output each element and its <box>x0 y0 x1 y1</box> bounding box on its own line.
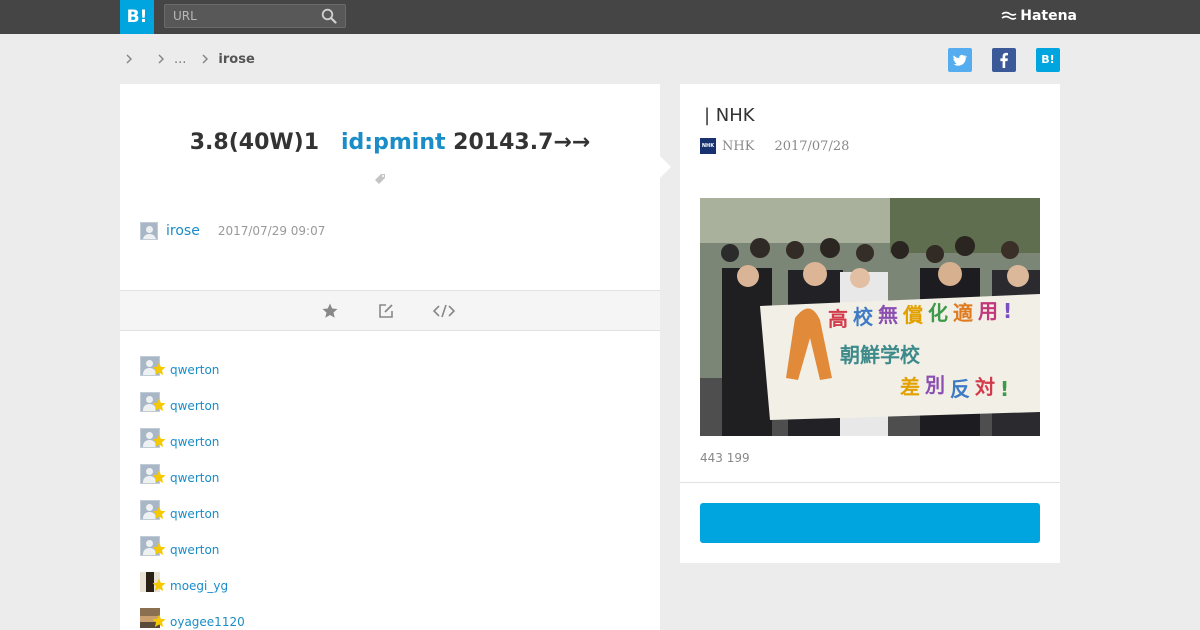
search-box <box>164 4 346 28</box>
banner-character: 高 <box>828 307 848 331</box>
star-icon <box>152 506 166 519</box>
site-favicon: NHK <box>700 138 716 154</box>
entry-title-link[interactable]: | NHK <box>704 105 755 126</box>
action-bar <box>120 290 660 331</box>
breadcrumb-current: irose <box>218 51 255 67</box>
star-list: qwerton qwerton qwerton qwerton qwerton … <box>140 350 640 630</box>
star-icon <box>152 614 166 627</box>
banner-character: ! <box>1000 377 1009 401</box>
comment-timestamp[interactable]: 2017/07/29 09:07 <box>218 224 326 238</box>
breadcrumb-item[interactable]: ... <box>174 52 186 67</box>
banner-character: 無 <box>878 303 898 327</box>
star-user-link[interactable]: oyagee1120 <box>170 615 245 629</box>
chevron-right-icon <box>202 54 209 64</box>
hatena-bookmark-logo[interactable]: B! <box>120 0 154 34</box>
star-icon <box>152 470 166 483</box>
entry-meta: NHK NHK 2017/07/28 <box>700 138 849 154</box>
comment-user-link[interactable]: irose <box>166 223 200 239</box>
list-item: qwerton <box>140 494 640 530</box>
banner-character: 償 <box>902 303 924 327</box>
banner-character: 適 <box>953 301 973 325</box>
comment-text-part: 20143.7→→ <box>453 130 591 155</box>
banner-character: 化 <box>928 301 948 325</box>
list-item: oyagee1120 <box>140 602 640 630</box>
star-user-link[interactable]: qwerton <box>170 507 219 521</box>
edit-icon[interactable] <box>377 302 395 320</box>
star-user-link[interactable]: qwerton <box>170 543 219 557</box>
search-icon[interactable] <box>321 8 337 24</box>
entry-stats: 443 199 <box>700 451 750 465</box>
tag-icon <box>375 174 385 184</box>
twitter-share-button[interactable] <box>948 48 972 72</box>
code-icon[interactable] <box>432 302 456 320</box>
entry-photo: 高 校 無 償 化 適 用 ! 朝鮮学校 差 別 反 対 ! <box>700 198 1040 436</box>
star-icon <box>152 398 166 411</box>
chevron-right-icon <box>126 54 133 64</box>
star-user-link[interactable]: moegi_yg <box>170 579 228 593</box>
entry-card: | NHK NHK NHK 2017/07/28 高 校 無 償 化 適 用 !… <box>680 84 1060 563</box>
star-icon <box>152 362 166 375</box>
facebook-share-button[interactable] <box>992 48 1016 72</box>
card-pointer <box>660 156 671 178</box>
star-user-link[interactable]: qwerton <box>170 471 219 485</box>
hatena-brand-link[interactable]: Hatena <box>1001 8 1077 24</box>
top-bar: B! Hatena <box>0 0 1200 34</box>
hatena-bookmark-share-button[interactable]: B! <box>1036 48 1060 72</box>
list-item: qwerton <box>140 350 640 386</box>
comment-meta: irose 2017/07/29 09:07 <box>140 222 325 240</box>
list-item: qwerton <box>140 386 640 422</box>
banner-character: 差 <box>900 375 920 399</box>
entry-thumbnail[interactable]: 高 校 無 償 化 適 用 ! 朝鮮学校 差 別 反 対 ! <box>700 198 1040 436</box>
breadcrumb: ... irose <box>122 50 255 68</box>
star-user-link[interactable]: qwerton <box>170 435 219 449</box>
search-input[interactable] <box>165 5 315 27</box>
avatar[interactable] <box>140 222 158 240</box>
twitter-icon <box>953 54 968 66</box>
banner-character: ! <box>1003 299 1012 323</box>
entry-date: 2017/07/28 <box>774 138 850 154</box>
entry-site-link[interactable]: NHK <box>722 139 754 154</box>
bookmark-button[interactable] <box>700 503 1040 543</box>
list-item: qwerton <box>140 530 640 566</box>
list-item: qwerton <box>140 458 640 494</box>
banner-character: 用 <box>978 299 998 323</box>
banner-character: 反 <box>950 377 970 401</box>
star-icon <box>152 578 166 591</box>
comment-text-part: 3.8(40W)1 <box>189 130 320 155</box>
star-user-link[interactable]: qwerton <box>170 399 219 413</box>
star-icon[interactable] <box>321 302 339 320</box>
comment-card: 3.8(40W)1 id:pmint 20143.7→→ irose 2017/0… <box>120 84 660 630</box>
user-mention-link[interactable]: id:pmint <box>341 130 445 155</box>
brand-name: Hatena <box>1020 8 1077 24</box>
banner-text: 朝鮮学校 <box>840 343 921 367</box>
star-icon <box>152 542 166 555</box>
chevron-right-icon <box>158 54 165 64</box>
banner-character: 別 <box>925 373 945 397</box>
list-item: moegi_yg <box>140 566 640 602</box>
banner-character: 校 <box>853 305 874 329</box>
list-item: qwerton <box>140 422 640 458</box>
star-icon <box>152 434 166 447</box>
facebook-icon <box>1000 52 1008 68</box>
hatena-bird-icon <box>1001 11 1017 20</box>
star-user-link[interactable]: qwerton <box>170 363 219 377</box>
divider <box>680 482 1060 483</box>
banner-character: 対 <box>974 375 995 399</box>
comment-text: 3.8(40W)1 id:pmint 20143.7→→ <box>120 130 660 155</box>
